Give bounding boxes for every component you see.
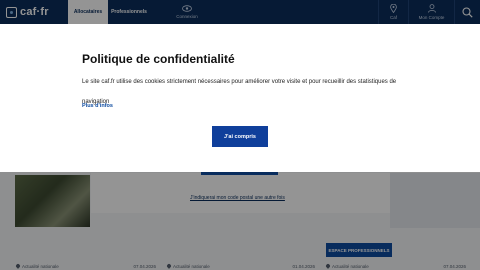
more-info-link[interactable]: Plus d'infos — [82, 103, 113, 109]
cookie-banner: Politique de confidentialité Le site caf… — [0, 24, 480, 172]
accept-cookies-button[interactable]: J'ai compris — [212, 126, 268, 147]
cookie-description: Le site caf.fr utilise des cookies stric… — [82, 79, 397, 105]
cookie-title: Politique de confidentialité — [82, 52, 235, 66]
